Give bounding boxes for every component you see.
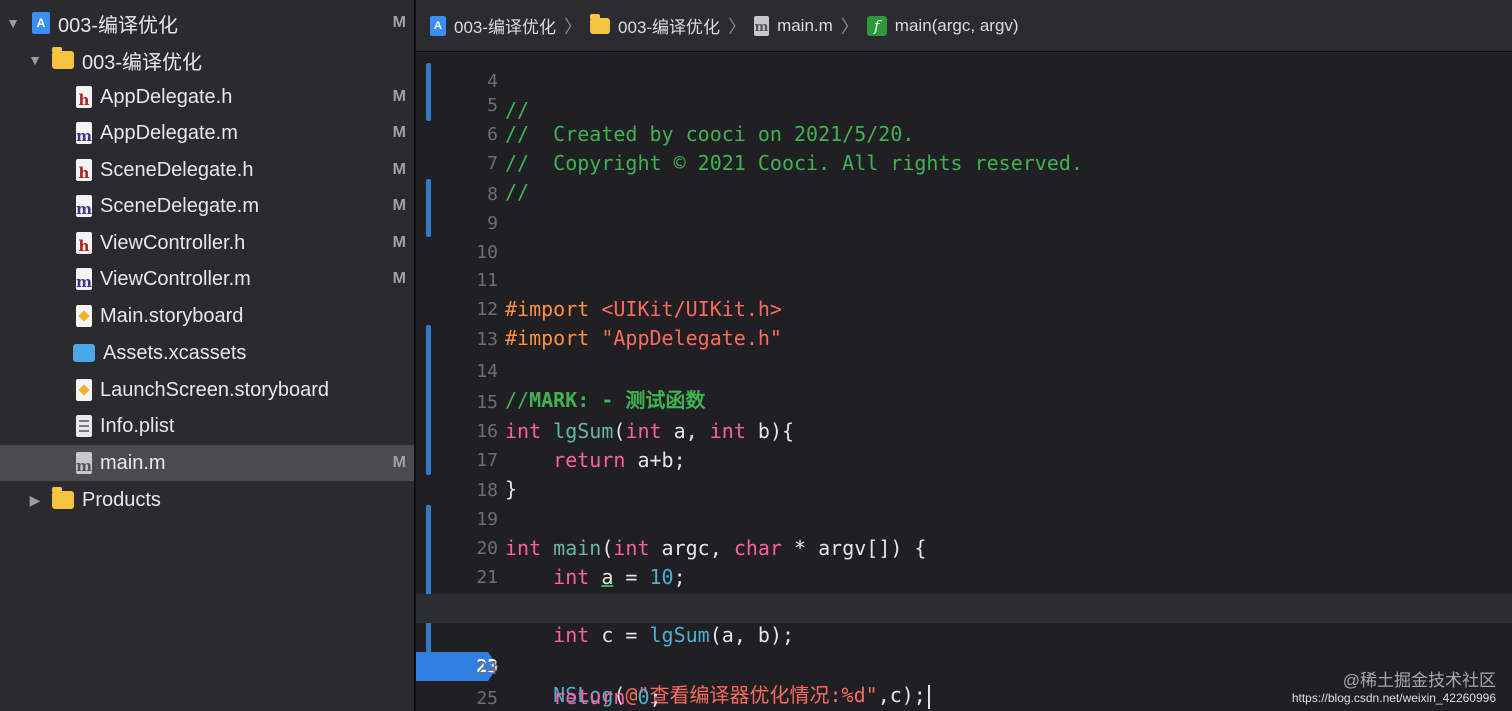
code-line: 15 int lgSum(int a, int b){ <box>416 359 1512 443</box>
header-file-icon: h <box>76 86 92 108</box>
project-navigator: ▼ A 003-编译优化 M ▼ 003-编译优化 h AppDelegate.… <box>0 0 414 711</box>
code-line: 6 // Copyright © 2021 Cooci. All rights … <box>416 91 1512 175</box>
code-line: 22 int c = lgSum(a, b); <box>416 563 1512 647</box>
code-line: 19 int main(int argc, char * argv[]) { <box>416 476 1512 560</box>
xcode-project-icon: A <box>430 15 446 36</box>
header-file-icon: h <box>76 232 92 254</box>
folder-icon <box>590 13 611 34</box>
nav-file-row[interactable]: h AppDelegate.h M <box>0 79 414 115</box>
file-name: LaunchScreen.storyboard <box>100 378 330 401</box>
code-line: 21 int b = 20; <box>416 534 1512 618</box>
function-icon: f <box>866 15 887 36</box>
nav-file-row-selected[interactable]: m main.m M <box>0 445 414 481</box>
nav-file-row[interactable]: m SceneDelegate.m M <box>0 188 414 224</box>
breadcrumb-symbol[interactable]: main(argc, argv) <box>895 16 1019 36</box>
watermark-brand: @稀土掘金技术社区 <box>1342 671 1496 690</box>
asset-catalog-icon <box>73 344 95 362</box>
code-line: 16 return a+b; <box>416 388 1512 472</box>
objc-source-file-icon: m <box>76 268 92 290</box>
nav-file-row[interactable]: m ViewController.m M <box>0 261 414 297</box>
file-name: main.m <box>100 451 166 474</box>
modified-badge: M <box>392 161 406 178</box>
storyboard-icon <box>76 379 92 401</box>
disclosure-closed-icon[interactable]: ▶ <box>28 492 42 509</box>
code-line: 12 #import "AppDelegate.h" <box>416 266 1512 350</box>
objc-source-file-icon: m <box>754 15 770 36</box>
code-line: 11 #import <UIKit/UIKit.h> <box>416 237 1512 321</box>
code-line: 13 <box>416 296 1512 350</box>
code-line: 9 <box>416 180 1512 234</box>
project-name: 003-编译优化 <box>58 14 179 37</box>
xcode-window: ▼ A 003-编译优化 M ▼ 003-编译优化 h AppDelegate.… <box>0 0 1512 711</box>
nav-project-row[interactable]: ▼ A 003-编译优化 M <box>0 5 414 41</box>
modified-badge: M <box>392 14 406 31</box>
folder-icon <box>52 487 74 509</box>
code-line: 5 // Created by cooci on 2021/5/20. <box>416 62 1512 146</box>
file-name: SceneDelegate.m <box>100 194 259 217</box>
disclosure-open-icon[interactable]: ▼ <box>28 52 42 68</box>
modified-badge: M <box>392 454 406 471</box>
storyboard-icon <box>76 305 92 327</box>
jump-bar: A 003-编译优化 〉 003-编译优化 〉 m main.m 〉 f mai… <box>416 0 1512 52</box>
source-editor[interactable]: 4 // 5 // Created by cooci on 2021/5/20.… <box>416 53 1512 711</box>
chevron-right-icon: 〉 <box>728 16 747 37</box>
disclosure-open-icon[interactable]: ▼ <box>6 15 20 31</box>
watermark: @稀土掘金技术社区 https://blog.csdn.net/weixin_4… <box>1292 666 1496 705</box>
code-line: 7 // <box>416 120 1512 204</box>
file-name: ViewController.h <box>100 231 246 254</box>
group-name: 003-编译优化 <box>82 51 203 74</box>
file-name: SceneDelegate.h <box>100 158 254 181</box>
code-line: 24 return 0; <box>416 625 1512 709</box>
nav-file-row[interactable]: LaunchScreen.storyboard <box>0 372 414 408</box>
watermark-url: https://blog.csdn.net/weixin_42260996 <box>1291 691 1496 705</box>
file-name: Main.storyboard <box>100 304 244 327</box>
code-line: 14 //MARK: - 测试函数 <box>416 328 1512 412</box>
modified-badge: M <box>392 197 406 214</box>
nav-file-row[interactable]: Main.storyboard <box>0 298 414 334</box>
code-line: 18 <box>416 447 1512 501</box>
objc-source-file-icon: m <box>76 452 92 474</box>
current-line: 23 NSLog(@"查看编译器优化情况:%d",c); <box>416 594 1512 709</box>
nav-file-row[interactable]: Assets.xcassets <box>0 335 414 371</box>
code-line: 17 } <box>416 417 1512 501</box>
nav-group-row[interactable]: ▼ 003-编译优化 <box>0 42 414 78</box>
file-name: Assets.xcassets <box>103 341 247 364</box>
group-name: Products <box>82 488 161 511</box>
file-name: Info.plist <box>100 414 175 437</box>
modified-badge: M <box>392 234 406 251</box>
file-name: AppDelegate.h <box>100 85 233 108</box>
objc-source-file-icon: m <box>76 122 92 144</box>
code-line: 10 <box>416 209 1512 263</box>
nav-file-row[interactable]: Info.plist <box>0 408 414 444</box>
code-line: 20 int a = 10; <box>416 505 1512 589</box>
xcode-project-icon: A <box>32 12 50 34</box>
chevron-right-icon: 〉 <box>840 16 859 37</box>
breadcrumb-file[interactable]: main.m <box>777 16 833 36</box>
breadcrumb-folder[interactable]: 003-编译优化 <box>618 13 720 38</box>
nav-file-row[interactable]: h ViewController.h M <box>0 225 414 261</box>
modified-badge: M <box>392 88 406 105</box>
breadcrumb-project[interactable]: 003-编译优化 <box>454 13 556 38</box>
header-file-icon: h <box>76 159 92 181</box>
modified-badge: M <box>392 270 406 287</box>
code-line: 8 <box>416 151 1512 205</box>
nav-file-row[interactable]: m AppDelegate.m M <box>0 115 414 151</box>
nav-products-row[interactable]: ▶ Products <box>0 482 414 518</box>
plist-file-icon <box>76 415 92 437</box>
folder-icon <box>52 47 74 69</box>
objc-source-file-icon: m <box>76 195 92 217</box>
nav-file-row[interactable]: h SceneDelegate.h M <box>0 152 414 188</box>
file-name: ViewController.m <box>100 267 251 290</box>
file-name: AppDelegate.m <box>100 121 238 144</box>
chevron-right-icon: 〉 <box>564 16 583 37</box>
modified-badge: M <box>392 124 406 141</box>
